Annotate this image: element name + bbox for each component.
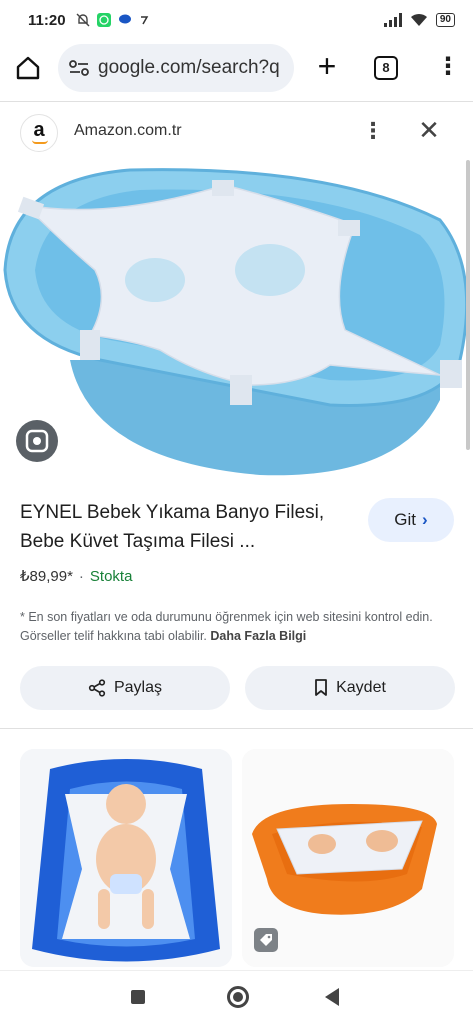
close-icon[interactable]: ✕ xyxy=(416,116,442,146)
disclaimer: * En son fiyatları ve oda durumunu öğren… xyxy=(20,608,460,646)
battery-indicator: 90 xyxy=(435,13,455,27)
go-button-label: Git xyxy=(394,510,417,529)
google-lens-icon[interactable] xyxy=(16,420,58,462)
status-right: 90 xyxy=(383,13,455,27)
signal-icon xyxy=(383,13,402,27)
plus-icon[interactable]: + xyxy=(312,50,342,82)
notification-icons xyxy=(76,13,149,27)
chevron-right-icon: › xyxy=(422,510,428,529)
save-label: Kaydet xyxy=(336,679,386,696)
lens-glyph xyxy=(25,429,49,453)
bookmark-icon xyxy=(315,679,327,696)
separator-dot: · xyxy=(78,567,84,585)
save-button[interactable]: Kaydet xyxy=(245,666,455,710)
baby-tub-image xyxy=(20,749,232,967)
wifi-icon xyxy=(410,13,427,26)
amazon-smile-icon xyxy=(32,140,48,144)
tag-glyph xyxy=(260,934,272,946)
system-nav-bar xyxy=(0,970,473,1024)
app-notification-icon xyxy=(140,16,148,25)
url-text[interactable]: google.com/search?q xyxy=(98,57,280,79)
share-button[interactable]: Paylaş xyxy=(20,666,230,710)
product-price: ₺89,99* xyxy=(20,568,73,585)
source-name[interactable]: Amazon.com.tr xyxy=(74,122,182,140)
mute-bell-icon xyxy=(76,13,90,27)
browser-toolbar: google.com/search?q + 8 ⋮ xyxy=(0,44,473,92)
stock-status: Stokta xyxy=(89,567,133,585)
site-settings-icon[interactable] xyxy=(68,58,90,78)
product-image[interactable] xyxy=(0,160,473,480)
status-bar: 11:20 90 xyxy=(0,0,473,40)
address-bar[interactable]: google.com/search?q xyxy=(58,44,294,92)
status-time: 11:20 xyxy=(28,11,66,29)
more-info-link[interactable]: Daha Fazla Bilgi xyxy=(210,629,306,643)
amazon-logo: a xyxy=(20,114,58,152)
product-title[interactable]: EYNEL Bebek Yıkama Banyo Filesi, Bebe Kü… xyxy=(20,498,360,556)
go-button[interactable]: Git › xyxy=(368,498,454,542)
home-button[interactable] xyxy=(227,986,249,1008)
tag-icon[interactable] xyxy=(254,928,278,952)
overflow-menu-icon[interactable]: ⋮ xyxy=(436,54,460,82)
more-vert-icon[interactable]: ⋮ xyxy=(362,118,384,146)
message-icon xyxy=(118,14,131,24)
divider xyxy=(0,728,473,729)
scrollbar[interactable] xyxy=(466,160,470,450)
back-button[interactable] xyxy=(325,988,339,1006)
divider xyxy=(0,101,473,102)
home-icon[interactable] xyxy=(14,54,42,82)
price-row: ₺89,99* · Stokta xyxy=(20,567,133,586)
whatsapp-icon xyxy=(96,13,111,27)
share-icon xyxy=(88,679,106,697)
recents-button[interactable] xyxy=(131,990,145,1004)
related-image-1[interactable] xyxy=(20,749,232,967)
share-label: Paylaş xyxy=(113,679,163,696)
tabs-icon[interactable]: 8 xyxy=(374,56,398,80)
source-header: a Amazon.com.tr ⋮ ✕ xyxy=(0,110,473,154)
